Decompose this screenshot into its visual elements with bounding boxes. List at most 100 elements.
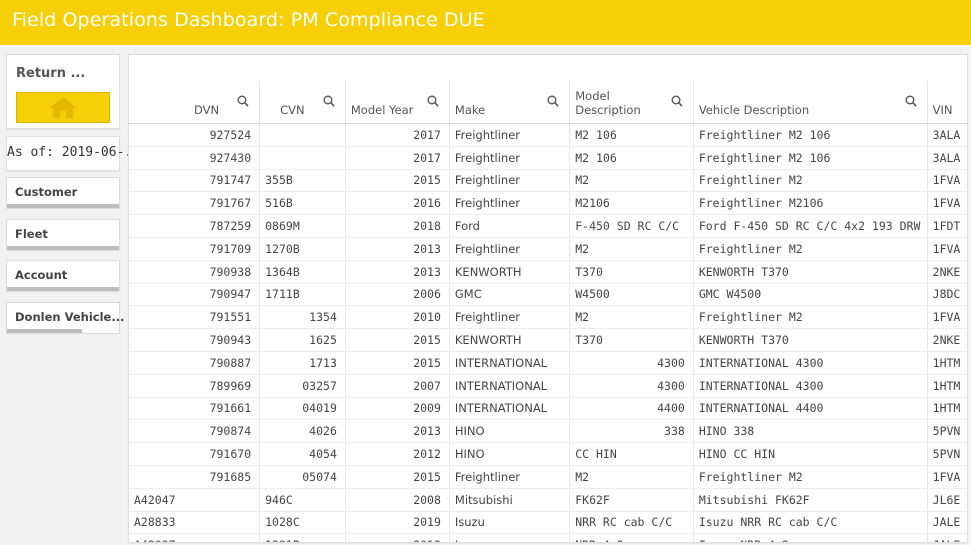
cell-model-description: F-450 SD RC C/C	[569, 214, 694, 238]
table-row[interactable]: 791767 516B 2016 Freightliner M2106 Freightli…	[129, 191, 967, 216]
table-row[interactable]: A420371291B2013IsuzuNRR 4x2Isuzu NRR 4x2…	[129, 533, 967, 542]
cell-vehicle-description: KENWORTH T370	[693, 260, 928, 284]
table-row[interactable]: 927430 2017 Freightliner M2 106 Freightliner…	[129, 146, 967, 170]
table-row[interactable]: A28833 1028C 2019 Isuzu NRR RC cab C/C Isuzu …	[129, 511, 967, 535]
cell-cvn	[259, 146, 346, 170]
cell-vin: 1FVA	[927, 169, 967, 193]
filter-donlen-vehicle[interactable]: Donlen Vehicle...	[6, 302, 124, 334]
cell-cvn: 4054	[259, 442, 346, 466]
table-row[interactable]: 790874 4026 2013 HINO 338 HINO 338 5PVN	[129, 419, 967, 444]
table-row[interactable]: 791670 4054 2012 HINO CC HIN HINO CC HIN 5PVN	[129, 442, 967, 466]
cell-model-year: 2013	[345, 533, 450, 542]
table-row[interactable]: 791747 355B 2015 Freightliner M2 Freightliner…	[129, 169, 967, 193]
search-icon[interactable]	[671, 95, 683, 107]
cell-vin: JALE	[927, 533, 967, 542]
cell-model-description: W4500	[569, 283, 694, 307]
home-icon	[49, 97, 77, 118]
cell-cvn: 1711B	[259, 283, 346, 307]
column-header-dvn[interactable]: DVN	[129, 81, 261, 124]
search-icon[interactable]	[427, 95, 439, 107]
cell-model-description: CC HIN	[569, 442, 694, 466]
cell-make: Freightliner	[449, 305, 571, 330]
cell-make: HINO	[449, 442, 571, 466]
cell-dvn: 790887	[129, 351, 261, 375]
table-row[interactable]: 791661 04019 2009 INTERNATIONAL 4400 INTERNAT…	[129, 397, 967, 421]
table-row[interactable]: 791551 1354 2010 Freightliner M2 Freightliner…	[129, 305, 967, 330]
column-header-model-description[interactable]: Model Description	[569, 81, 694, 124]
cell-vehicle-description: Freightliner M2 106	[693, 123, 928, 147]
table-row[interactable]: 790887 1713 2015 INTERNATIONAL 4300 INTERNATI…	[129, 351, 967, 375]
cell-make: Freightliner	[449, 465, 571, 489]
cell-vin: JL6E	[927, 488, 967, 512]
column-header-vin[interactable]: VIN	[927, 81, 967, 124]
filter-fleet[interactable]: Fleet	[6, 219, 120, 251]
column-header-label: Make	[454, 103, 486, 117]
filter-customer[interactable]: Customer	[6, 177, 120, 209]
filter-account[interactable]: Account	[6, 260, 120, 292]
cell-model-description: FK62F	[569, 488, 694, 512]
column-header-vehicle-description[interactable]: Vehicle Description	[693, 81, 928, 124]
data-table-panel: DVN CVN Model Year Make Model Descriptio…	[128, 54, 968, 543]
table-row[interactable]: 791685 05074 2015 Freightliner M2 Freightline…	[129, 465, 967, 489]
column-header-label: Model Year	[350, 103, 414, 117]
table-row[interactable]: 790943 1625 2015 KENWORTH T370 KENWORTH T370 2…	[129, 328, 967, 352]
cell-cvn: 1713	[259, 351, 346, 375]
cell-vin: 5PVN	[927, 442, 967, 466]
search-icon[interactable]	[237, 95, 249, 107]
cell-model-year: 2018	[345, 214, 450, 238]
column-header-label: VIN	[932, 103, 953, 117]
cell-model-year: 2016	[345, 191, 450, 216]
cell-vehicle-description: Freightliner M2	[693, 465, 928, 489]
column-header-make[interactable]: Make	[449, 81, 571, 124]
search-icon[interactable]	[547, 95, 559, 107]
cell-vin: 1FVA	[927, 305, 967, 330]
table-row[interactable]: 791709 1270B 2013 Freightliner M2 Freightline…	[129, 237, 967, 261]
filter-label: Donlen Vehicle...	[15, 310, 125, 324]
cell-vehicle-description: GMC W4500	[693, 283, 928, 307]
cell-model-description: M2	[569, 465, 694, 489]
cell-vehicle-description: HINO CC HIN	[693, 442, 928, 466]
cell-vehicle-description: INTERNATIONAL 4400	[693, 397, 928, 421]
cell-make: KENWORTH	[449, 328, 571, 352]
search-icon[interactable]	[905, 95, 917, 107]
filter-bar	[7, 204, 119, 208]
cell-vin: 1FDT	[927, 214, 967, 238]
column-header-model-year[interactable]: Model Year	[345, 81, 450, 124]
table-row[interactable]: 789969 03257 2007 INTERNATIONAL 4300 INTERNAT…	[129, 374, 967, 398]
cell-cvn: 1028C	[259, 511, 346, 535]
table-row[interactable]: 787259 0869M 2018 Ford F-450 SD RC C/C Ford F…	[129, 214, 967, 238]
cell-vin: 1HTM	[927, 397, 967, 421]
table-row[interactable]: 927524 2017 Freightliner M2 106 Freightliner…	[129, 123, 967, 147]
cell-make: HINO	[449, 419, 571, 444]
cell-vehicle-description: Isuzu NRR 4x2	[693, 533, 928, 542]
table-row[interactable]: 790947 1711B 2006 GMC W4500 GMC W4500 J8DC	[129, 283, 967, 307]
cell-dvn: A42047	[129, 488, 261, 512]
cell-vehicle-description: Ford F-450 SD RC C/C 4x2 193 DRW	[693, 214, 928, 238]
cell-vin: 1HTM	[927, 351, 967, 375]
column-header-cvn[interactable]: CVN	[259, 81, 346, 124]
cell-dvn: 791709	[129, 237, 261, 261]
table-header-row: DVN CVN Model Year Make Model Descriptio…	[129, 81, 967, 124]
cell-dvn: 927524	[129, 123, 261, 147]
cell-dvn: 791685	[129, 465, 261, 489]
cell-model-description: 338	[569, 419, 694, 444]
cell-vehicle-description: INTERNATIONAL 4300	[693, 374, 928, 398]
cell-cvn: 1270B	[259, 237, 346, 261]
cell-model-year: 2010	[345, 305, 450, 330]
cell-vin: 3ALA	[927, 123, 967, 147]
table-row[interactable]: A42047 946C 2008 Mitsubishi FK62F Mitsubishi …	[129, 488, 967, 512]
cell-vehicle-description: Freightliner M2 106	[693, 146, 928, 170]
cell-vin: 1FVA	[927, 465, 967, 489]
cell-model-year: 2013	[345, 260, 450, 284]
cell-dvn: 790938	[129, 260, 261, 284]
cell-model-description: M2	[569, 169, 694, 193]
cell-vin: 1FVA	[927, 237, 967, 261]
cell-make: INTERNATIONAL	[449, 397, 571, 421]
cell-dvn: 787259	[129, 214, 261, 238]
return-home-button[interactable]	[16, 92, 110, 123]
cell-cvn: 946C	[259, 488, 346, 512]
cell-vehicle-description: INTERNATIONAL 4300	[693, 351, 928, 375]
cell-dvn: A42037	[129, 533, 261, 542]
table-row[interactable]: 790938 1364B 2013 KENWORTH T370 KENWORTH T370…	[129, 260, 967, 284]
search-icon[interactable]	[323, 95, 335, 107]
